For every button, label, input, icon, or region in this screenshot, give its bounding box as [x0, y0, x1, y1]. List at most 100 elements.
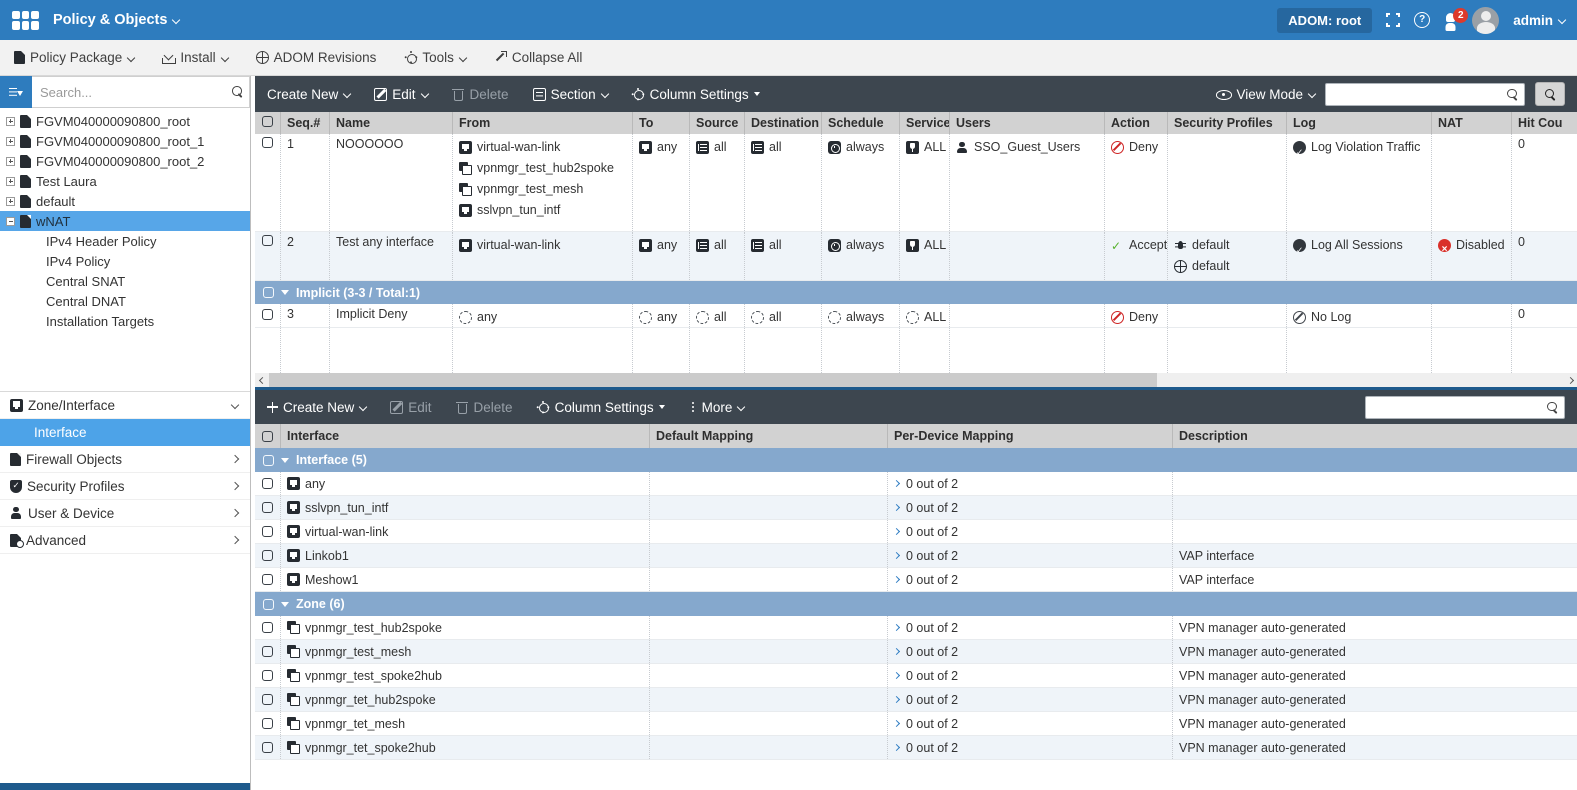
per-device-mapping-cell[interactable]: 0 out of 2 [888, 472, 1173, 495]
per-device-mapping-cell[interactable]: 0 out of 2 [888, 520, 1173, 543]
column-header[interactable]: Seq.# [281, 112, 330, 134]
section-checkbox[interactable] [262, 287, 274, 298]
per-device-mapping-cell[interactable]: 0 out of 2 [888, 616, 1173, 639]
select-all-checkbox[interactable] [262, 115, 273, 127]
section-menu[interactable]: Section [532, 87, 609, 102]
adom-revisions-button[interactable]: ADOM Revisions [255, 50, 376, 65]
advanced-search-button[interactable] [1535, 82, 1565, 106]
delete-button[interactable]: Delete [456, 400, 513, 415]
policy-row[interactable]: 1 NOOOOOO virtual-wan-link vpnmgr_test_h… [255, 134, 1577, 232]
fortinet-logo-icon[interactable] [12, 10, 39, 30]
mapping-search-input[interactable] [1365, 395, 1565, 419]
select-all-checkbox[interactable] [262, 430, 273, 442]
user-menu[interactable]: admin [1513, 13, 1567, 28]
more-menu[interactable]: More [689, 400, 746, 415]
expand-icon[interactable] [6, 136, 15, 146]
mapping-row[interactable]: virtual-wan-link 0 out of 2 [255, 520, 1577, 544]
mapping-row[interactable]: vpnmgr_test_mesh 0 out of 2 VPN manager … [255, 640, 1577, 664]
nav-item-firewall-objects[interactable]: Firewall Objects [0, 446, 250, 473]
collapse-icon[interactable] [6, 216, 15, 226]
per-device-mapping-cell[interactable]: 0 out of 2 [888, 496, 1173, 519]
expand-icon[interactable] [6, 156, 15, 166]
mapping-row[interactable]: vpnmgr_tet_hub2spoke 0 out of 2 VPN mana… [255, 688, 1577, 712]
tree-item-package[interactable]: FGVM040000090800_root [0, 111, 250, 131]
column-settings-menu[interactable]: Column Settings [632, 87, 760, 102]
mapping-row[interactable]: any 0 out of 2 [255, 472, 1577, 496]
edit-menu[interactable]: Edit [374, 87, 429, 102]
scroll-left-arrow[interactable] [255, 373, 269, 387]
section-checkbox[interactable] [262, 454, 274, 466]
column-settings-menu[interactable]: Column Settings [537, 400, 665, 415]
collapse-all-button[interactable]: Collapse All [494, 50, 582, 65]
row-checkbox[interactable] [262, 137, 273, 148]
nav-item-user-device[interactable]: User & Device [0, 500, 250, 527]
row-checkbox[interactable] [262, 478, 273, 489]
scroll-right-arrow[interactable] [1563, 373, 1577, 387]
tree-item-package[interactable]: default [0, 191, 250, 211]
tree-child-item[interactable]: IPv4 Policy [0, 251, 250, 271]
section-checkbox[interactable] [262, 598, 274, 610]
scrollbar-track[interactable] [269, 373, 1563, 387]
column-header[interactable]: Action [1105, 112, 1168, 134]
tree-item-package-selected[interactable]: wNAT [0, 211, 250, 231]
tree-child-item[interactable]: Central DNAT [0, 291, 250, 311]
expand-icon[interactable] [6, 176, 15, 186]
row-checkbox[interactable] [262, 526, 273, 537]
row-checkbox[interactable] [262, 574, 273, 585]
nav-item-zone-interface[interactable]: Zone/Interface [0, 392, 250, 419]
per-device-mapping-cell[interactable]: 0 out of 2 [888, 640, 1173, 663]
mapping-row[interactable]: Linkob1 0 out of 2 VAP interface [255, 544, 1577, 568]
column-header[interactable]: Default Mapping [650, 424, 888, 448]
adom-button[interactable]: ADOM: root [1277, 7, 1373, 33]
tree-child-item[interactable]: Central SNAT [0, 271, 250, 291]
per-device-mapping-cell[interactable]: 0 out of 2 [888, 736, 1173, 759]
delete-button[interactable]: Delete [452, 87, 509, 102]
column-header[interactable]: Security Profiles [1168, 112, 1287, 134]
per-device-mapping-cell[interactable]: 0 out of 2 [888, 544, 1173, 567]
per-device-mapping-cell[interactable]: 0 out of 2 [888, 712, 1173, 735]
policy-row[interactable]: 2 Test any interface virtual-wan-link an… [255, 232, 1577, 281]
sort-button[interactable] [0, 76, 32, 108]
scrollbar-thumb[interactable] [269, 373, 1157, 387]
row-checkbox[interactable] [262, 718, 273, 729]
row-checkbox[interactable] [262, 670, 273, 681]
column-header[interactable]: Source [690, 112, 745, 134]
search-input[interactable] [32, 76, 250, 108]
row-checkbox[interactable] [262, 694, 273, 705]
per-device-mapping-cell[interactable]: 0 out of 2 [888, 664, 1173, 687]
expand-icon[interactable] [6, 196, 15, 206]
tree-item-package[interactable]: FGVM040000090800_root_2 [0, 151, 250, 171]
column-header[interactable]: Users [950, 112, 1105, 134]
view-mode-menu[interactable]: View Mode [1216, 87, 1317, 102]
mapping-row[interactable]: vpnmgr_test_spoke2hub 0 out of 2 VPN man… [255, 664, 1577, 688]
policy-search-input[interactable] [1325, 82, 1525, 106]
per-device-mapping-cell[interactable]: 0 out of 2 [888, 688, 1173, 711]
implicit-section-header[interactable]: Implicit (3-3 / Total:1) [255, 281, 1577, 304]
policy-package-menu[interactable]: Policy Package [14, 50, 136, 65]
row-checkbox[interactable] [262, 622, 273, 633]
column-header[interactable]: Description [1173, 424, 1577, 448]
nav-item-interface-selected[interactable]: Interface [0, 419, 250, 446]
column-header[interactable]: From [453, 112, 633, 134]
column-header[interactable]: Service [900, 112, 950, 134]
help-icon[interactable] [1414, 12, 1431, 28]
policy-row-implicit[interactable]: 3 Implicit Deny any any all all always A… [255, 304, 1577, 328]
row-checkbox[interactable] [262, 502, 273, 513]
create-new-menu[interactable]: Create New [267, 87, 352, 102]
mapping-row[interactable]: sslvpn_tun_intf 0 out of 2 [255, 496, 1577, 520]
column-header[interactable]: Destination [745, 112, 822, 134]
mapping-row[interactable]: Meshow1 0 out of 2 VAP interface [255, 568, 1577, 592]
avatar[interactable] [1472, 6, 1500, 34]
tree-item-package[interactable]: FGVM040000090800_root_1 [0, 131, 250, 151]
row-checkbox[interactable] [262, 235, 273, 246]
tree-child-item[interactable]: IPv4 Header Policy [0, 231, 250, 251]
column-header[interactable]: Interface [281, 424, 650, 448]
column-header[interactable]: Log [1287, 112, 1432, 134]
tools-menu[interactable]: Tools [404, 50, 468, 65]
tree-item-package[interactable]: Test Laura [0, 171, 250, 191]
mapping-row[interactable]: vpnmgr_tet_mesh 0 out of 2 VPN manager a… [255, 712, 1577, 736]
edit-button[interactable]: Edit [390, 400, 432, 415]
horizontal-scrollbar[interactable] [255, 373, 1577, 387]
column-header[interactable]: Per-Device Mapping [888, 424, 1173, 448]
app-module-menu[interactable]: Policy & Objects [53, 12, 181, 28]
